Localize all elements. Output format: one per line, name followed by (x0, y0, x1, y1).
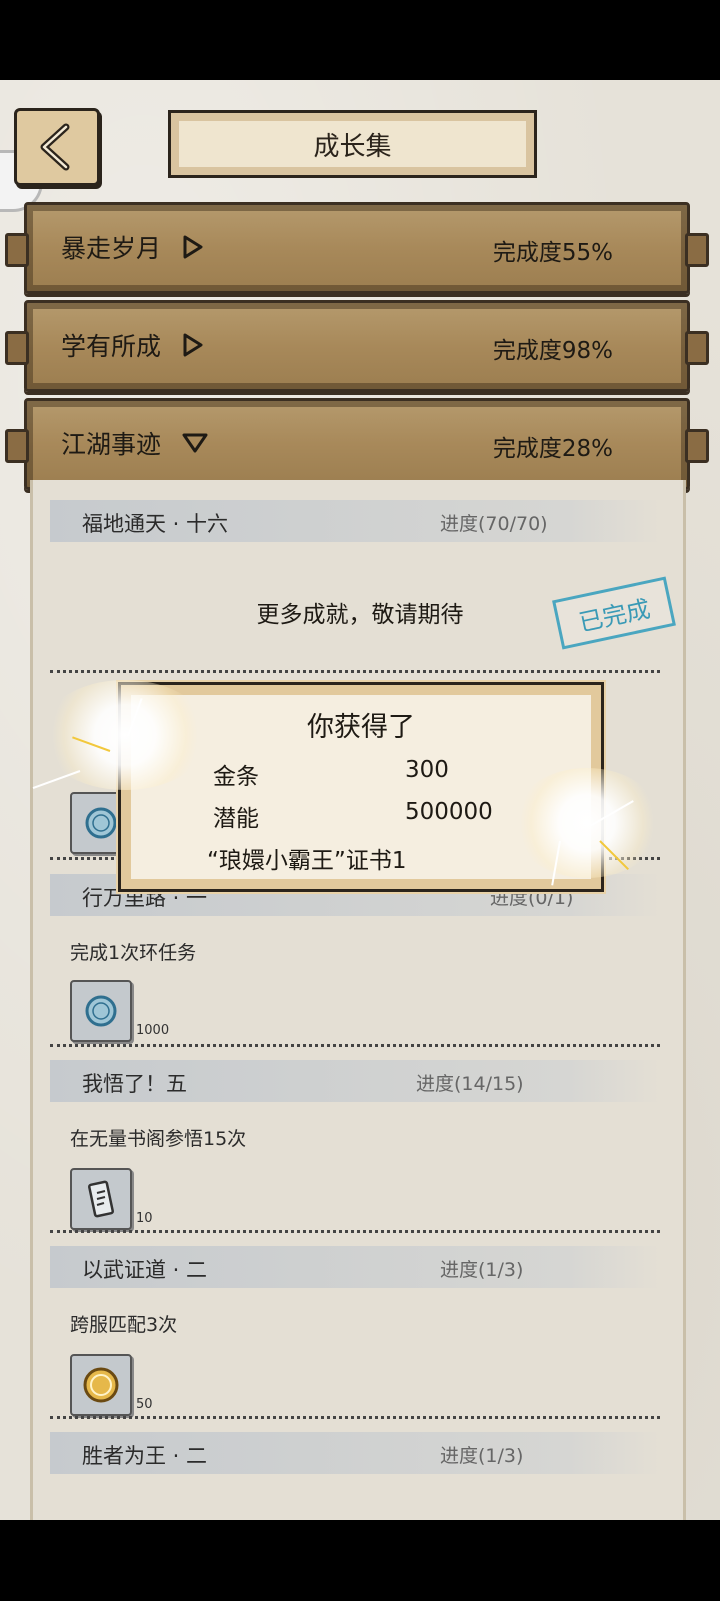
category-completion: 完成度28% (492, 436, 613, 462)
reward-item-amount: 300 (405, 757, 449, 783)
achievement-progress: 进度(1/3) (440, 1259, 524, 1281)
ticket-icon (87, 1180, 115, 1218)
achievement-progress: 进度(70/70) (440, 513, 548, 535)
achievement-name: 我悟了！五 (82, 1072, 187, 1096)
category-bar-3[interactable]: 江湖事迹 完成度28% (5, 398, 709, 490)
divider (50, 1416, 660, 1419)
achievement-description: 跨服匹配3次 (70, 1314, 178, 1336)
category-label: 学有所成 (61, 332, 162, 361)
gold-coin-icon (83, 1367, 119, 1403)
divider (50, 1230, 660, 1233)
divider (50, 670, 660, 673)
triangle-right-icon (183, 333, 203, 357)
divider (50, 1044, 660, 1047)
achievement-progress: 进度(1/3) (440, 1445, 524, 1467)
reward-item-box[interactable] (70, 980, 132, 1042)
achievement-header: 胜者为王 · 二 进度(1/3) (50, 1432, 660, 1474)
title-plaque: 成长集 (160, 104, 545, 184)
sparkle-effect (40, 680, 210, 790)
reward-count: 50 (136, 1397, 153, 1412)
category-label: 暴走岁月 (61, 234, 162, 263)
category-completion: 完成度98% (492, 338, 613, 364)
reward-certificate: “琅嬛小霸王”证书1 (207, 848, 407, 874)
back-button[interactable] (14, 108, 100, 186)
achievement-header: 以武证道 · 二 进度(1/3) (50, 1246, 660, 1288)
game-screen: 成长集 暴走岁月 完成度55% 学有所成 完成度98% 江湖事迹 完成度28% … (0, 80, 720, 1520)
achievement-header: 我悟了！五 进度(14/15) (50, 1060, 660, 1102)
chevron-left-icon (40, 123, 70, 171)
reward-item-box[interactable] (70, 1168, 132, 1230)
reward-item-box[interactable] (70, 1354, 132, 1416)
achievement-description: 在无量书阁参悟15次 (70, 1128, 247, 1150)
category-bar-2[interactable]: 学有所成 完成度98% (5, 300, 709, 392)
sparkle-effect (512, 768, 662, 878)
category-label: 江湖事迹 (61, 430, 162, 459)
reward-count: 10 (136, 1211, 153, 1226)
achievement-progress: 进度(14/15) (416, 1073, 524, 1095)
reward-item-name: 潜能 (213, 806, 259, 832)
achievement-header: 福地通天 · 十六 进度(70/70) (50, 500, 660, 542)
silver-coin-icon (85, 807, 117, 839)
silver-coin-icon (85, 995, 117, 1027)
triangle-down-icon (182, 433, 208, 453)
triangle-right-icon (183, 235, 203, 259)
achievement-name: 以武证道 · 二 (82, 1258, 208, 1282)
reward-item-name: 金条 (213, 764, 259, 790)
category-completion: 完成度55% (492, 240, 613, 266)
page-title: 成长集 (168, 110, 537, 178)
achievement-description: 完成1次环任务 (70, 942, 197, 964)
achievement-name: 胜者为王 · 二 (82, 1444, 208, 1468)
reward-item-amount: 500000 (405, 799, 493, 825)
achievement-name: 福地通天 · 十六 (82, 512, 229, 536)
category-bar-1[interactable]: 暴走岁月 完成度55% (5, 202, 709, 294)
reward-count: 1000 (136, 1023, 170, 1038)
